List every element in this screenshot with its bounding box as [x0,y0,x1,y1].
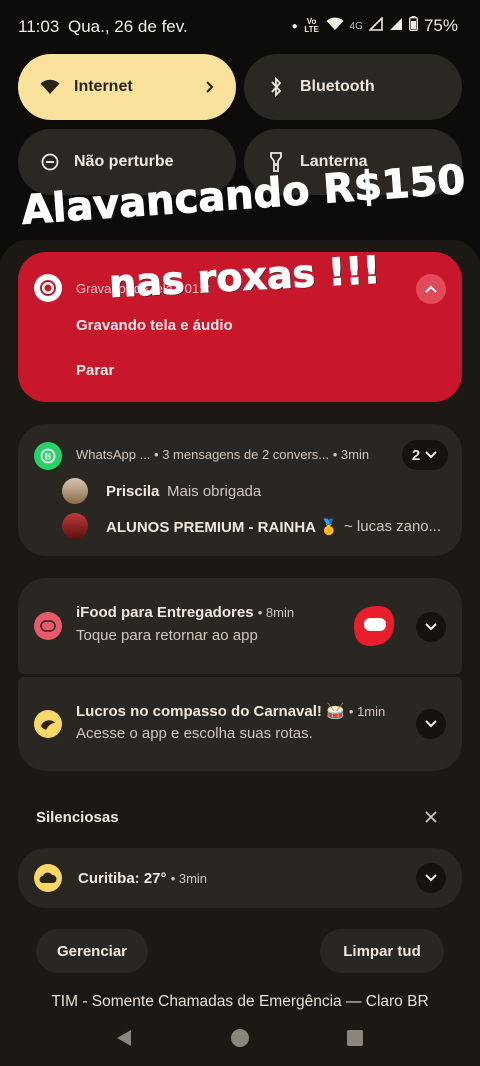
tile-internet-label: Internet [74,78,133,95]
expand-button[interactable] [416,863,446,893]
ifood-title: iFood para Entregadores • 8min [76,604,295,621]
battery-percent: 75% [423,16,458,35]
promo-title: Lucros no compasso do Carnaval! 🥁 • 1min [76,703,386,720]
ifood-thumbnail-icon [350,604,396,648]
message-count: 2 [411,446,421,464]
carrier-text: TIM - Somente Chamadas de Emergência — C… [51,993,429,1010]
ifood-icon [34,612,62,640]
status-date: Qua., 26 de fev. [68,17,188,36]
recorder-title: Gravando tela e áudio [76,317,233,334]
wifi-status-icon [326,16,344,36]
manage-button[interactable]: Gerenciar [36,929,148,973]
expand-button[interactable] [416,612,446,642]
svg-text:B: B [45,452,52,462]
tile-bluetooth-label: Bluetooth [300,78,375,95]
collapse-button[interactable] [416,274,446,304]
recorder-stop-button[interactable]: Parar [76,362,114,379]
battery-icon [408,16,418,36]
group-avatar [62,513,88,539]
ifood-notification[interactable]: iFood para Entregadores • 8min Toque par… [18,578,462,674]
dnd-icon [40,152,60,172]
whatsapp-notification[interactable]: B WhatsApp ... • 3 mensagens de 2 conver… [18,424,462,556]
dot-icon: ● [291,20,298,32]
wifi-icon [40,77,60,97]
close-icon[interactable] [422,808,440,831]
status-time: 11:03 [18,17,60,36]
network-type: 4G [349,20,363,32]
weather-title: Curitiba: 27° • 3min [78,870,208,887]
weather-notification[interactable]: Curitiba: 27° • 3min [18,848,462,908]
clear-all-button[interactable]: Limpar tud [320,929,444,973]
chevron-right-icon [204,76,216,103]
navigation-bar [0,1010,480,1066]
tile-dnd-label: Não perturbe [74,153,174,170]
ifood-text: Toque para retornar ao app [76,627,258,644]
cloud-icon [34,864,62,892]
signal-icon-2 [389,17,403,36]
promo-text: Acesse o app e escolha suas rotas. [76,725,313,742]
whatsapp-icon: B [34,442,62,470]
message-text: Mais obrigada [167,483,262,500]
expand-button[interactable] [416,709,446,739]
status-icons: ● Vo LTE 4G 75% [291,15,458,36]
bluetooth-icon [266,77,286,97]
message-sender: ALUNOS PREMIUM - RAINHA 🥇 [106,519,339,536]
promo-notification[interactable]: Lucros no compasso do Carnaval! 🥁 • 1min… [18,677,462,771]
tile-bluetooth[interactable]: Bluetooth [244,54,462,120]
recents-icon[interactable] [346,1029,364,1052]
home-icon[interactable] [230,1028,250,1053]
volte-icon: Vo LTE [304,17,319,34]
silent-section-header: Silenciosas [36,809,119,826]
whatsapp-header: WhatsApp ... • 3 mensagens de 2 convers.… [76,447,370,462]
signal-icon [368,15,383,36]
avatar [62,478,88,504]
expand-button[interactable]: 2 [402,440,448,470]
promo-app-icon [34,710,62,738]
message-text: ~ lucas zano... [344,518,442,535]
screen-recorder-icon [34,274,62,302]
tile-internet[interactable]: Internet [18,54,236,120]
message-sender: Priscila [106,483,160,500]
back-icon[interactable] [114,1028,134,1053]
